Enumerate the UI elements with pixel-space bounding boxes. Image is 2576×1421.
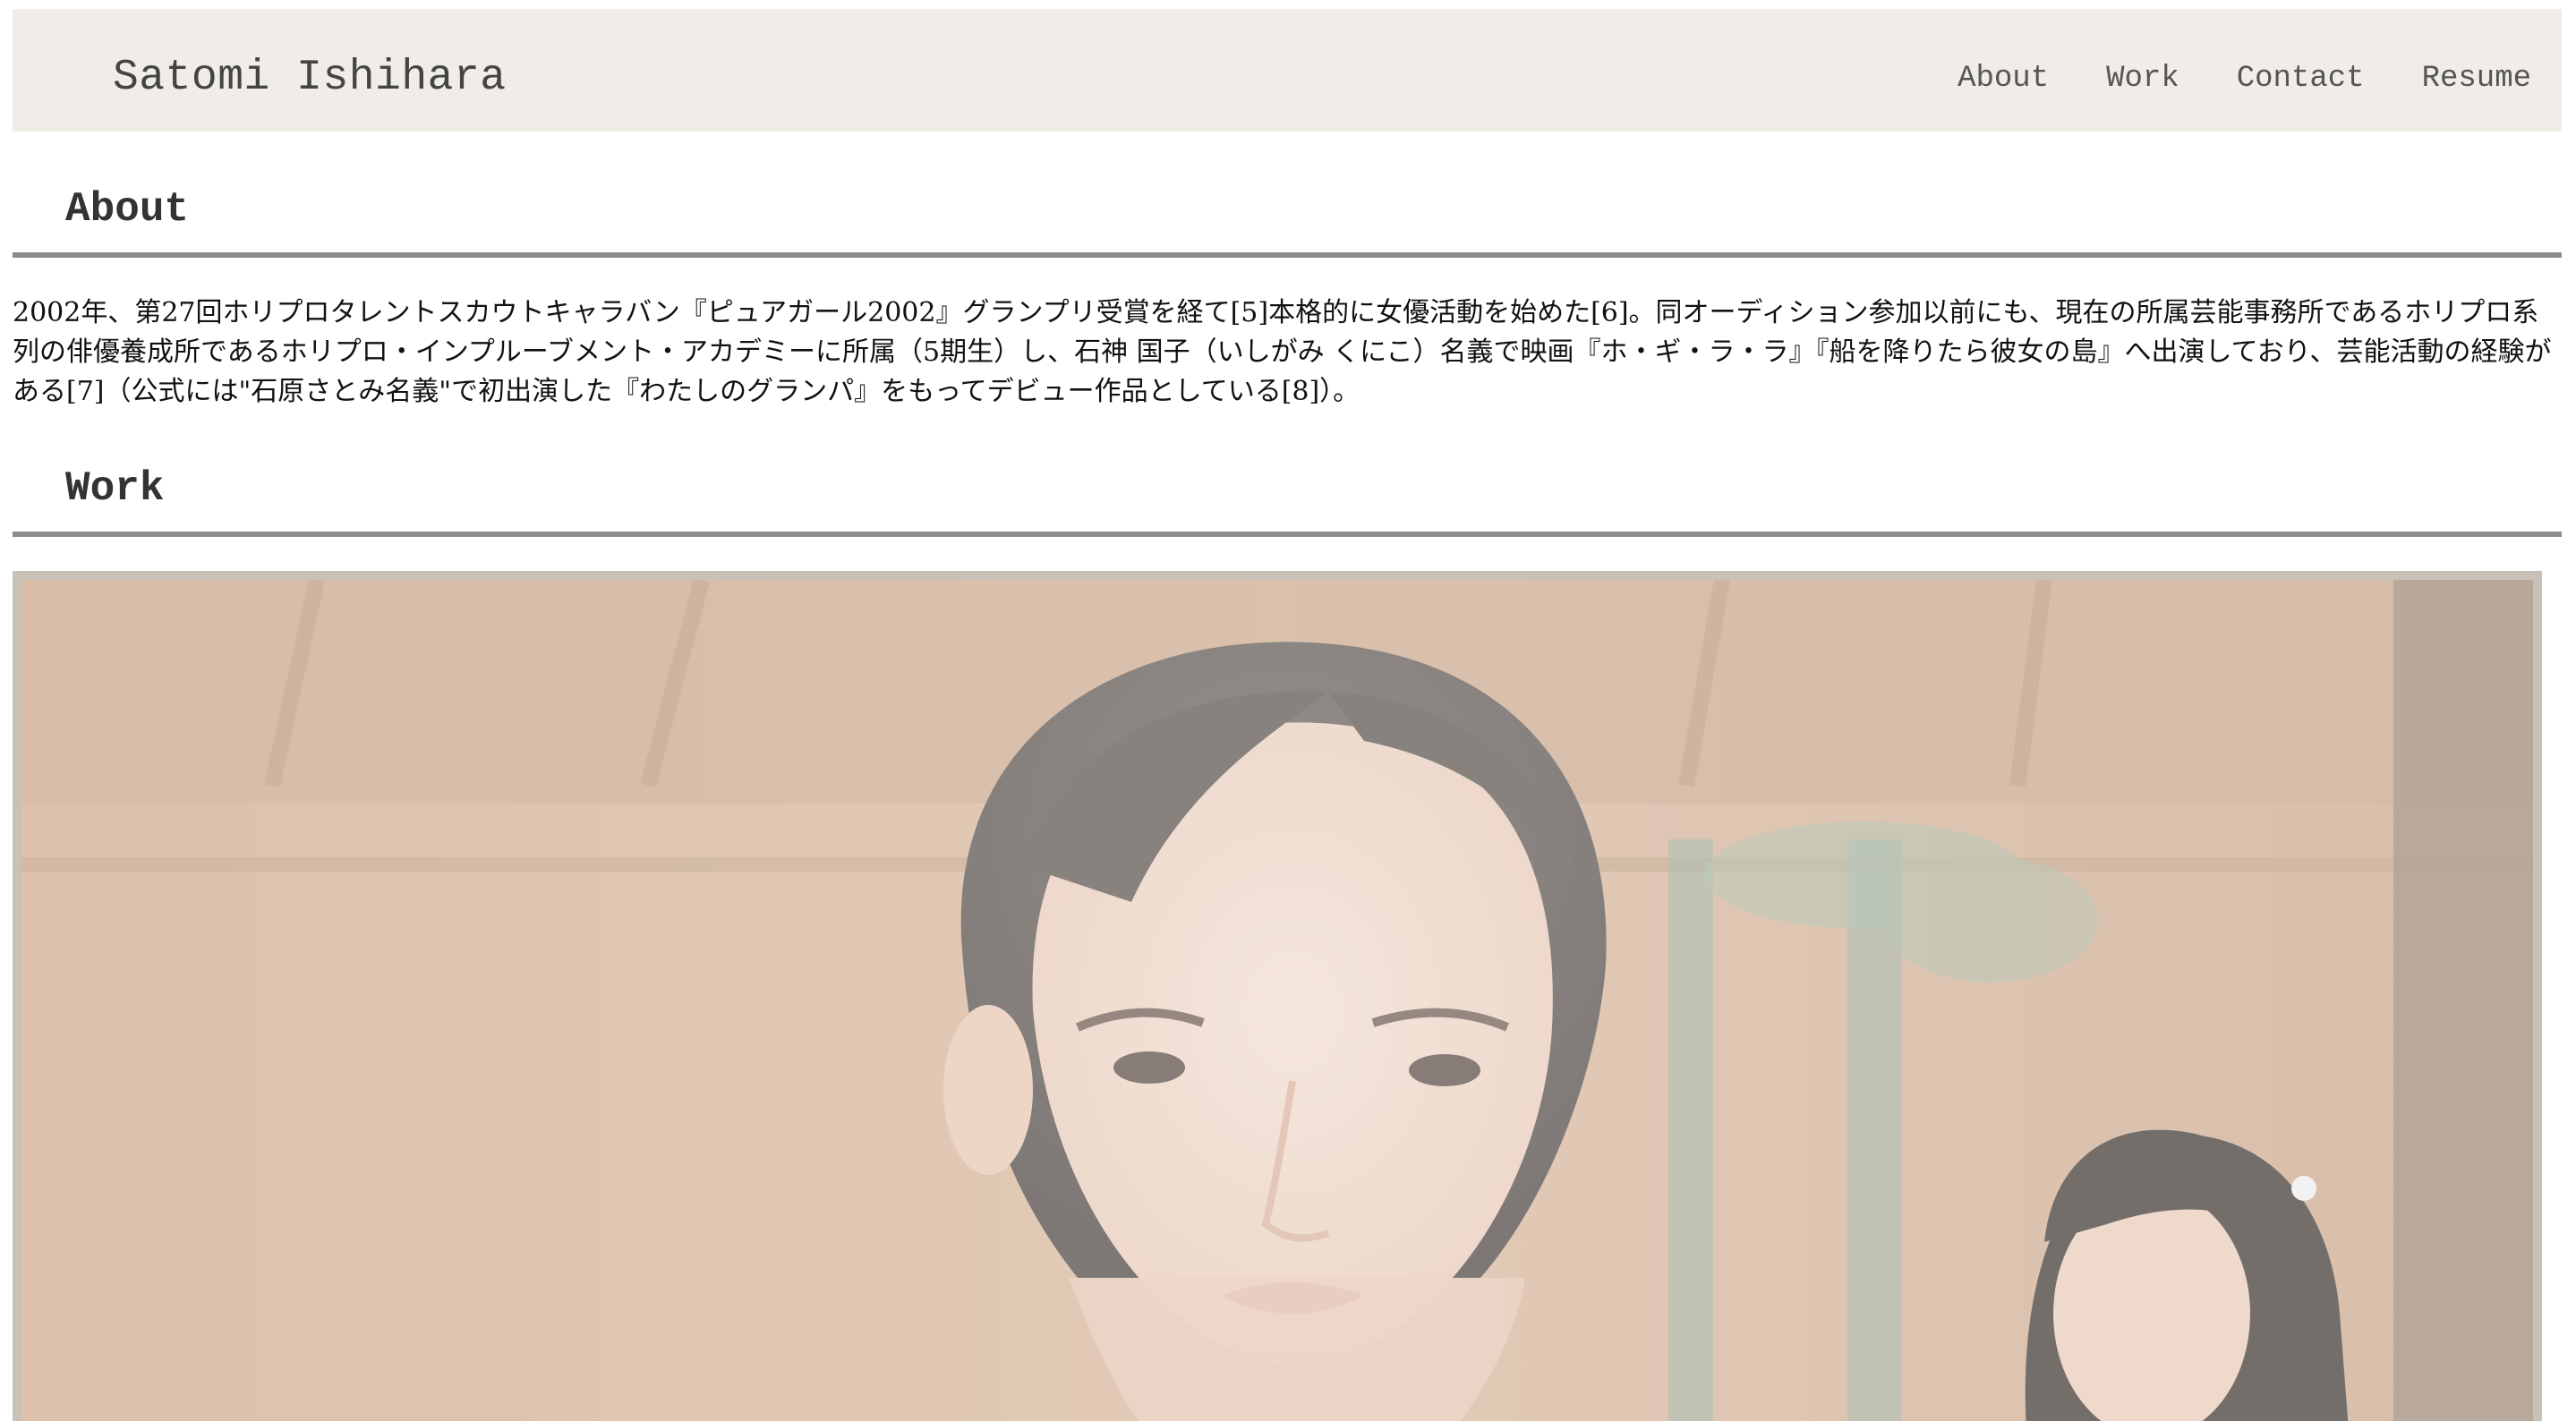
site-header: Satomi Ishihara About Work Contact Resum… <box>13 9 2562 132</box>
about-paragraph: 2002年、第27回ホリプロタレントスカウトキャラバン『ピュアガール2002』グ… <box>13 297 2552 407</box>
work-photo-frame <box>13 571 2542 1421</box>
work-photo[interactable] <box>21 580 2533 1421</box>
about-heading: About <box>65 186 190 233</box>
nav-link-work[interactable]: Work <box>2106 59 2179 98</box>
nav-link-contact[interactable]: Contact <box>2237 59 2365 98</box>
nav-link-about[interactable]: About <box>1958 59 2049 98</box>
work-divider <box>13 532 2562 537</box>
site-title[interactable]: Satomi Ishihara <box>113 51 507 105</box>
main-nav: About Work Contact Resume <box>1958 59 2531 98</box>
work-heading: Work <box>65 465 165 512</box>
nav-link-resume[interactable]: Resume <box>2422 59 2531 98</box>
about-divider <box>13 252 2562 258</box>
